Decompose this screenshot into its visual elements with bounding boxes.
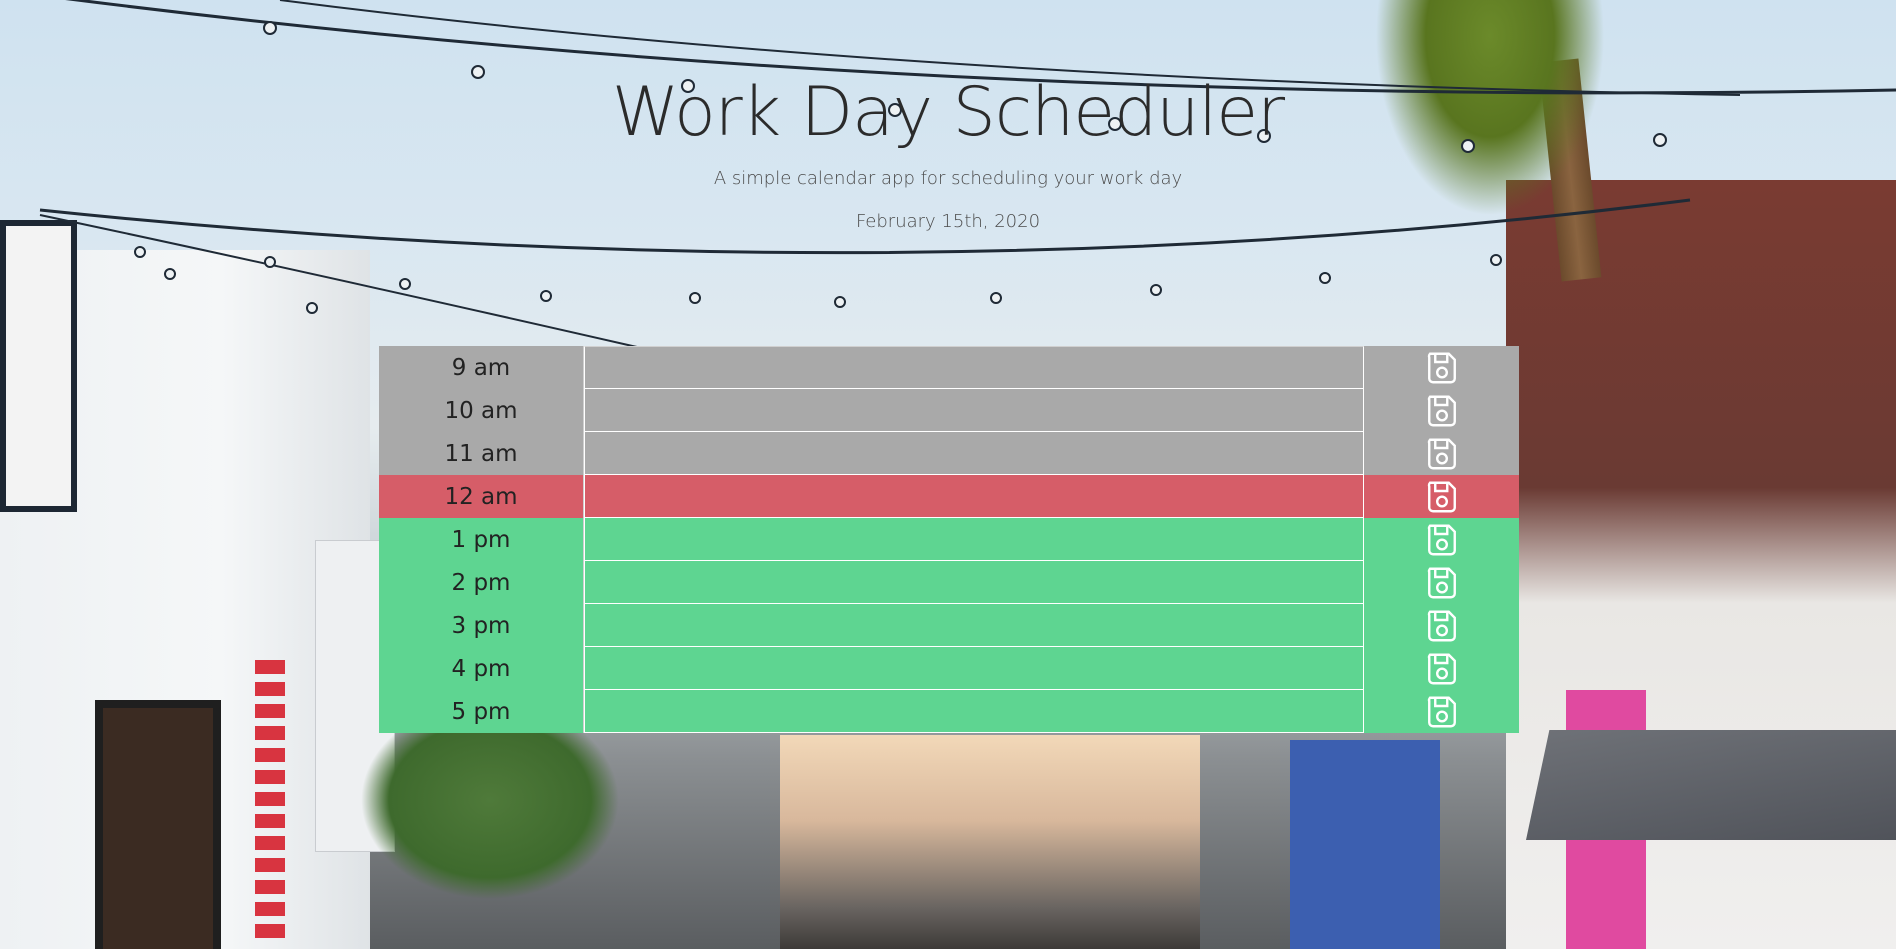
event-description-input[interactable] bbox=[584, 647, 1364, 690]
time-block-11am: 11 am bbox=[379, 432, 1519, 475]
hour-label: 9 am bbox=[379, 346, 584, 389]
save-button[interactable] bbox=[1364, 518, 1519, 561]
floppy-disk-save-icon bbox=[1427, 653, 1456, 684]
floppy-disk-save-icon bbox=[1427, 481, 1456, 512]
save-button[interactable] bbox=[1364, 604, 1519, 647]
hour-label: 5 pm bbox=[379, 690, 584, 733]
time-block-9am: 9 am bbox=[379, 346, 1519, 389]
hour-label: 2 pm bbox=[379, 561, 584, 604]
hour-label: 11 am bbox=[379, 432, 584, 475]
save-button[interactable] bbox=[1364, 647, 1519, 690]
save-button[interactable] bbox=[1364, 475, 1519, 518]
event-description-input[interactable] bbox=[584, 561, 1364, 604]
floppy-disk-save-icon bbox=[1427, 524, 1456, 555]
event-description-input[interactable] bbox=[584, 604, 1364, 647]
floppy-disk-save-icon bbox=[1427, 610, 1456, 641]
time-block-2pm: 2 pm bbox=[379, 561, 1519, 604]
event-description-input[interactable] bbox=[584, 346, 1364, 389]
time-block-5pm: 5 pm bbox=[379, 690, 1519, 733]
floppy-disk-save-icon bbox=[1427, 352, 1456, 383]
event-description-input[interactable] bbox=[584, 518, 1364, 561]
save-button[interactable] bbox=[1364, 690, 1519, 733]
page-header: Work Day Scheduler A simple calendar app… bbox=[0, 0, 1896, 232]
time-block-3pm: 3 pm bbox=[379, 604, 1519, 647]
save-button[interactable] bbox=[1364, 561, 1519, 604]
time-block-10am: 10 am bbox=[379, 389, 1519, 432]
time-block-list: 9 am 10 am 11 am 12 am 1 pm 2 pm 3 pm 4 … bbox=[379, 346, 1519, 733]
time-block-12am: 12 am bbox=[379, 475, 1519, 518]
page-subtitle: A simple calendar app for scheduling you… bbox=[713, 168, 1183, 189]
hour-label: 10 am bbox=[379, 389, 584, 432]
time-block-1pm: 1 pm bbox=[379, 518, 1519, 561]
save-button[interactable] bbox=[1364, 346, 1519, 389]
floppy-disk-save-icon bbox=[1427, 696, 1456, 727]
save-button[interactable] bbox=[1364, 432, 1519, 475]
hour-label: 12 am bbox=[379, 475, 584, 518]
hour-label: 1 pm bbox=[379, 518, 584, 561]
time-block-4pm: 4 pm bbox=[379, 647, 1519, 690]
event-description-input[interactable] bbox=[584, 475, 1364, 518]
event-description-input[interactable] bbox=[584, 389, 1364, 432]
floppy-disk-save-icon bbox=[1427, 438, 1456, 469]
hour-label: 4 pm bbox=[379, 647, 584, 690]
event-description-input[interactable] bbox=[584, 690, 1364, 733]
floppy-disk-save-icon bbox=[1427, 395, 1456, 426]
floppy-disk-save-icon bbox=[1427, 567, 1456, 598]
save-button[interactable] bbox=[1364, 389, 1519, 432]
event-description-input[interactable] bbox=[584, 432, 1364, 475]
current-date: February 15th, 2020 bbox=[855, 211, 1041, 232]
hour-label: 3 pm bbox=[379, 604, 584, 647]
page-title: Work Day Scheduler bbox=[611, 73, 1285, 152]
